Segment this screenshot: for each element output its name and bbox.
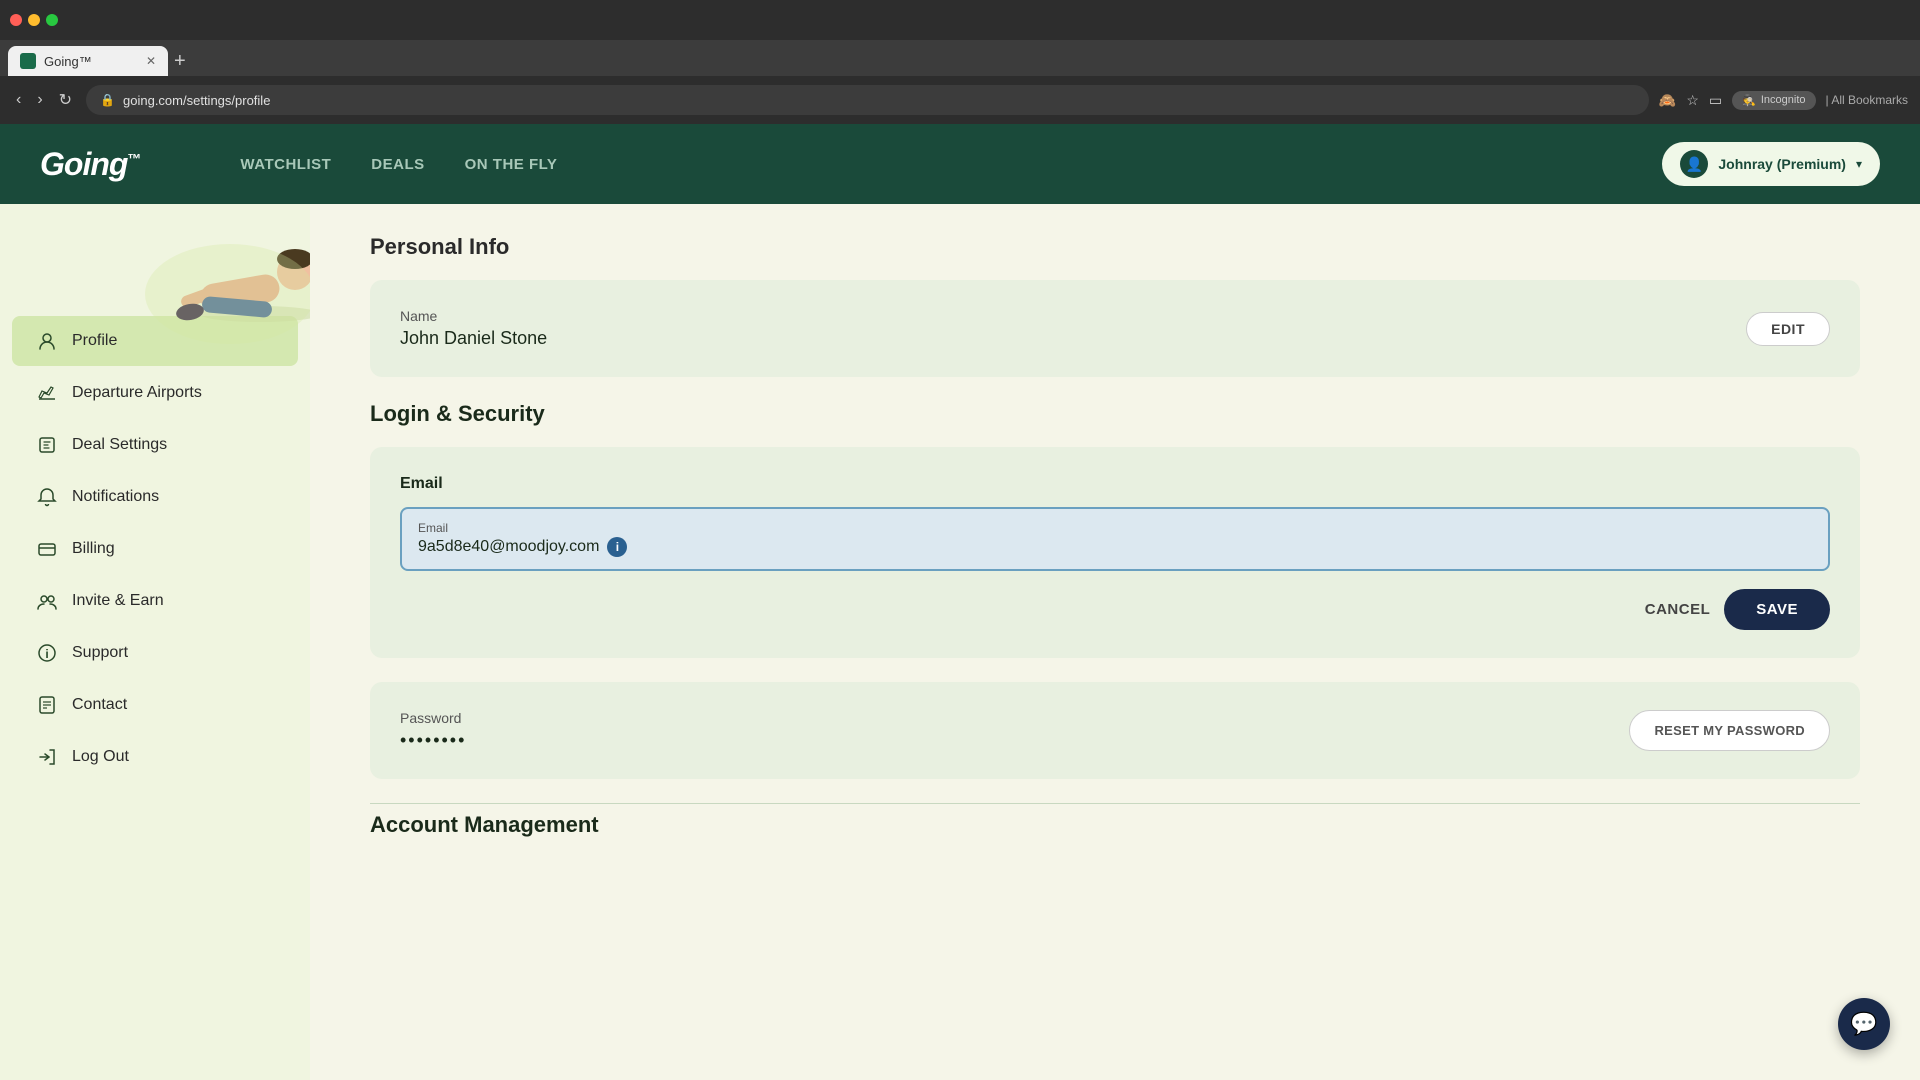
minimize-window-button[interactable]	[28, 14, 40, 26]
support-icon: i	[36, 642, 58, 664]
billing-icon	[36, 538, 58, 560]
name-field: Name John Daniel Stone	[400, 308, 547, 349]
notifications-icon	[36, 486, 58, 508]
user-menu[interactable]: 👤 Johnray (Premium) ▾	[1662, 142, 1880, 186]
chat-icon: 💬	[1850, 1011, 1877, 1037]
forward-button[interactable]: ›	[33, 87, 46, 113]
new-tab-button[interactable]: +	[168, 46, 192, 76]
sidebar-item-label: Invite & Earn	[72, 592, 164, 610]
contact-icon	[36, 694, 58, 716]
svg-text:i: i	[45, 647, 48, 661]
bookmark-icon[interactable]: ☆	[1686, 92, 1699, 109]
sidebar: Profile Departure Airports	[0, 204, 310, 1080]
password-label: Password	[400, 710, 466, 726]
sidebar-item-log-out[interactable]: Log Out	[12, 732, 298, 782]
email-input-label: Email	[418, 521, 1812, 535]
main-nav: WATCHLIST DEALS ON THE FLY	[240, 156, 557, 173]
chevron-down-icon: ▾	[1856, 157, 1862, 171]
cancel-button[interactable]: CANCEL	[1645, 601, 1711, 618]
url-text: going.com/settings/profile	[123, 93, 270, 108]
email-section-label: Email	[400, 475, 1830, 493]
lock-icon: 🔒	[100, 93, 115, 107]
user-name: Johnray (Premium)	[1718, 156, 1846, 172]
sidebar-item-label: Notifications	[72, 488, 159, 506]
close-window-button[interactable]	[10, 14, 22, 26]
password-card: Password •••••••• RESET MY PASSWORD	[370, 682, 1860, 779]
browser-action-buttons: 🙈 ☆ ▭ 🕵 Incognito | All Bookmarks	[1659, 91, 1908, 110]
profile-icon	[36, 330, 58, 352]
log-out-icon	[36, 746, 58, 768]
incognito-badge: 🕵 Incognito	[1732, 91, 1815, 110]
address-bar: ‹ › ↻ 🔒 going.com/settings/profile 🙈 ☆ ▭…	[0, 76, 1920, 124]
sidebar-item-label: Billing	[72, 540, 115, 558]
divider	[370, 803, 1860, 804]
tab-title: Going™	[44, 54, 92, 69]
browser-tab[interactable]: Going™ ✕	[8, 46, 168, 76]
email-action-row: CANCEL SAVE	[400, 589, 1830, 630]
email-section: Email Email 9a5d8e40@moodjoy.com i CANCE…	[400, 475, 1830, 630]
sidebar-item-label: Log Out	[72, 748, 129, 766]
invite-earn-icon	[36, 590, 58, 612]
sidebar-item-notifications[interactable]: Notifications	[12, 472, 298, 522]
sidebar-item-label: Deal Settings	[72, 436, 167, 454]
going-logo[interactable]: Going™	[40, 146, 140, 183]
login-security-title: Login & Security	[370, 401, 1860, 427]
url-bar[interactable]: 🔒 going.com/settings/profile	[86, 85, 1649, 115]
eye-slash-icon: 🙈	[1659, 92, 1676, 109]
logo-tm: ™	[127, 150, 140, 166]
sidebar-item-invite-earn[interactable]: Invite & Earn	[12, 576, 298, 626]
sidebar-item-departure-airports[interactable]: Departure Airports	[12, 368, 298, 418]
main-container: Profile Departure Airports	[0, 204, 1920, 1080]
email-input-wrapper[interactable]: Email 9a5d8e40@moodjoy.com i	[400, 507, 1830, 571]
browser-window-controls	[0, 0, 1920, 40]
deals-nav-link[interactable]: DEALS	[371, 156, 424, 173]
tablet-icon: ▭	[1709, 92, 1722, 109]
password-row: Password •••••••• RESET MY PASSWORD	[400, 710, 1830, 751]
bookmarks-label: | All Bookmarks	[1826, 93, 1908, 107]
on-the-fly-nav-link[interactable]: ON THE FLY	[465, 156, 558, 173]
sidebar-item-label: Contact	[72, 696, 127, 714]
email-value: 9a5d8e40@moodjoy.com	[418, 538, 599, 556]
chat-button[interactable]: 💬	[1838, 998, 1890, 1050]
maximize-window-button[interactable]	[46, 14, 58, 26]
browser-nav-buttons: ‹ › ↻	[12, 86, 76, 114]
name-value: John Daniel Stone	[400, 328, 547, 349]
personal-info-title: Personal Info	[370, 234, 1860, 260]
incognito-icon: 🕵	[1742, 94, 1756, 107]
departure-airports-icon	[36, 382, 58, 404]
sidebar-item-billing[interactable]: Billing	[12, 524, 298, 574]
password-dots: ••••••••	[400, 730, 466, 751]
logo-text: Going	[40, 146, 127, 182]
refresh-button[interactable]: ↻	[55, 86, 76, 114]
sidebar-item-deal-settings[interactable]: Deal Settings	[12, 420, 298, 470]
window-buttons	[10, 14, 58, 26]
back-button[interactable]: ‹	[12, 87, 25, 113]
name-label: Name	[400, 308, 547, 324]
tab-favicon	[20, 53, 36, 69]
watchlist-nav-link[interactable]: WATCHLIST	[240, 156, 331, 173]
content-area: Personal Info Name John Daniel Stone EDI…	[310, 204, 1920, 1080]
email-input-row: 9a5d8e40@moodjoy.com i	[418, 537, 1812, 557]
email-card: Email Email 9a5d8e40@moodjoy.com i CANCE…	[370, 447, 1860, 658]
incognito-label: Incognito	[1761, 94, 1806, 106]
email-info-icon: i	[607, 537, 627, 557]
reset-password-button[interactable]: RESET MY PASSWORD	[1629, 710, 1830, 751]
deal-settings-icon	[36, 434, 58, 456]
sidebar-nav: Profile Departure Airports	[0, 304, 310, 794]
sidebar-illustration	[110, 204, 310, 344]
name-field-row: Name John Daniel Stone EDIT	[400, 308, 1830, 349]
tab-bar: Going™ ✕ +	[0, 40, 1920, 76]
save-button[interactable]: SAVE	[1724, 589, 1830, 630]
name-card: Name John Daniel Stone EDIT	[370, 280, 1860, 377]
sidebar-item-label: Support	[72, 644, 128, 662]
sidebar-item-support[interactable]: i Support	[12, 628, 298, 678]
password-field: Password ••••••••	[400, 710, 466, 751]
app-header: Going™ WATCHLIST DEALS ON THE FLY 👤 John…	[0, 124, 1920, 204]
account-management-title: Account Management	[370, 812, 1860, 838]
sidebar-item-label: Departure Airports	[72, 384, 202, 402]
edit-name-button[interactable]: EDIT	[1746, 312, 1830, 346]
avatar: 👤	[1680, 150, 1708, 178]
sidebar-item-contact[interactable]: Contact	[12, 680, 298, 730]
tab-close-button[interactable]: ✕	[146, 54, 156, 68]
